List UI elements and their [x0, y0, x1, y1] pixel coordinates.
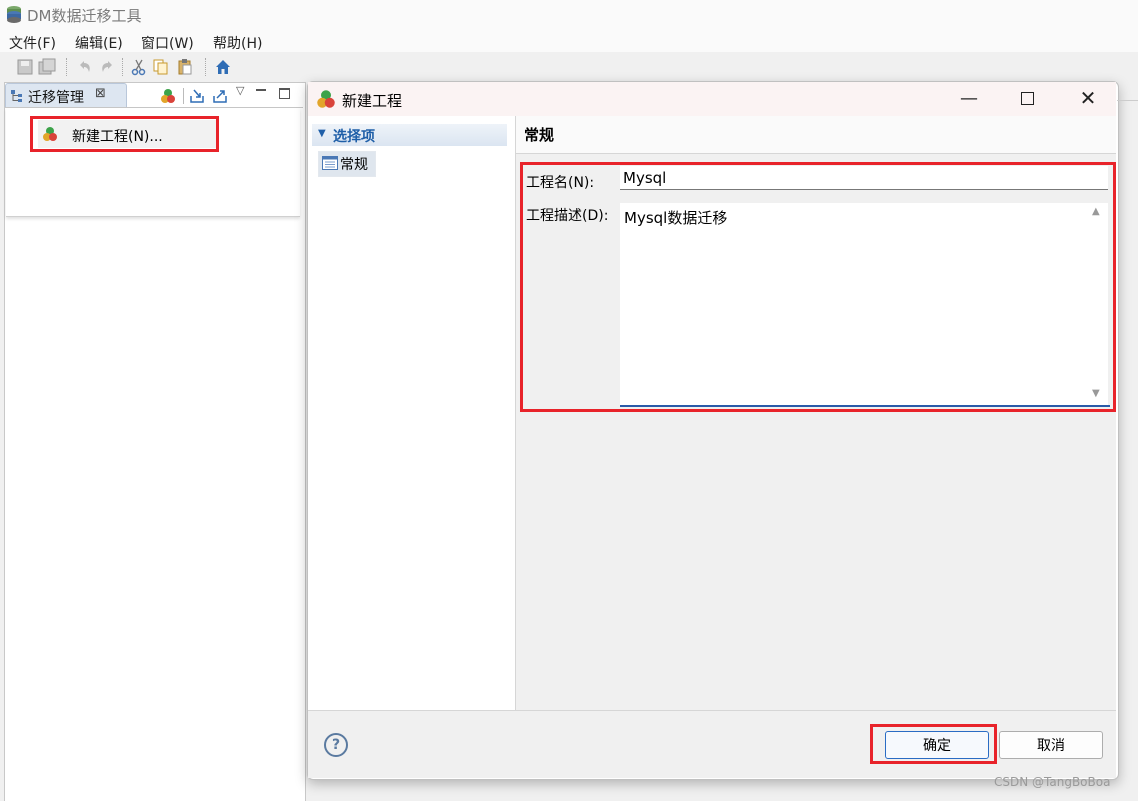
help-icon[interactable]: ? [324, 733, 348, 757]
cut-icon[interactable] [130, 58, 148, 76]
nav-item-general-label: 常规 [340, 157, 368, 173]
save-all-icon[interactable] [38, 58, 56, 76]
toolbar-separator [66, 58, 68, 76]
new-project-icon [317, 90, 335, 108]
save-icon[interactable] [16, 58, 34, 76]
cancel-button[interactable]: 取消 [999, 731, 1103, 759]
view-menu-icon[interactable]: ▽ [236, 84, 244, 97]
chevron-down-icon: ▼ [318, 128, 326, 139]
import-icon[interactable] [189, 88, 205, 104]
undo-icon[interactable] [76, 58, 94, 76]
export-icon[interactable] [212, 88, 228, 104]
content-header [516, 116, 1116, 154]
background-divider [1117, 100, 1138, 101]
view-tab-label: 迁移管理 [28, 90, 84, 106]
content-title: 常规 [524, 126, 555, 144]
menu-file[interactable]: 文件(F) [9, 33, 56, 53]
database-icon [7, 6, 21, 23]
nav-section-label: 选择项 [333, 129, 375, 145]
maximize-view-icon[interactable] [279, 88, 290, 99]
form-icon [322, 156, 338, 170]
view-toolbar-separator [183, 88, 184, 104]
app-titlebar [0, 0, 1138, 30]
minimize-view-icon[interactable] [256, 89, 266, 93]
dialog-title: 新建工程 [342, 92, 403, 110]
minimize-icon[interactable]: — [957, 88, 981, 110]
menu-help[interactable]: 帮助(H) [213, 33, 262, 53]
app-title: DM数据迁移工具 [27, 7, 142, 25]
home-icon[interactable] [214, 58, 232, 76]
dialog-titlebar [308, 82, 1116, 116]
maximize-icon[interactable] [1021, 92, 1034, 105]
close-tab-icon[interactable]: ⊠ [95, 86, 106, 101]
annotation-highlight-box [520, 162, 1116, 412]
redo-icon[interactable] [98, 58, 116, 76]
menu-edit[interactable]: 编辑(E) [75, 33, 123, 53]
toolbar [0, 52, 1138, 82]
tree-icon [11, 90, 22, 102]
close-icon[interactable]: ✕ [1076, 86, 1100, 110]
toolbar-separator [205, 58, 207, 76]
new-project-icon[interactable] [160, 88, 176, 104]
menu-window[interactable]: 窗口(W) [141, 33, 194, 53]
toolbar-separator [122, 58, 124, 76]
copy-icon[interactable] [152, 58, 170, 76]
menubar: 文件(F) 编辑(E) 窗口(W) 帮助(H) [0, 30, 1138, 52]
paste-icon[interactable] [176, 58, 194, 76]
watermark-text: CSDN @TangBoBoa [994, 775, 1111, 789]
dialog-nav-panel [308, 116, 516, 710]
annotation-highlight-box [30, 116, 219, 152]
annotation-highlight-box [870, 724, 997, 764]
